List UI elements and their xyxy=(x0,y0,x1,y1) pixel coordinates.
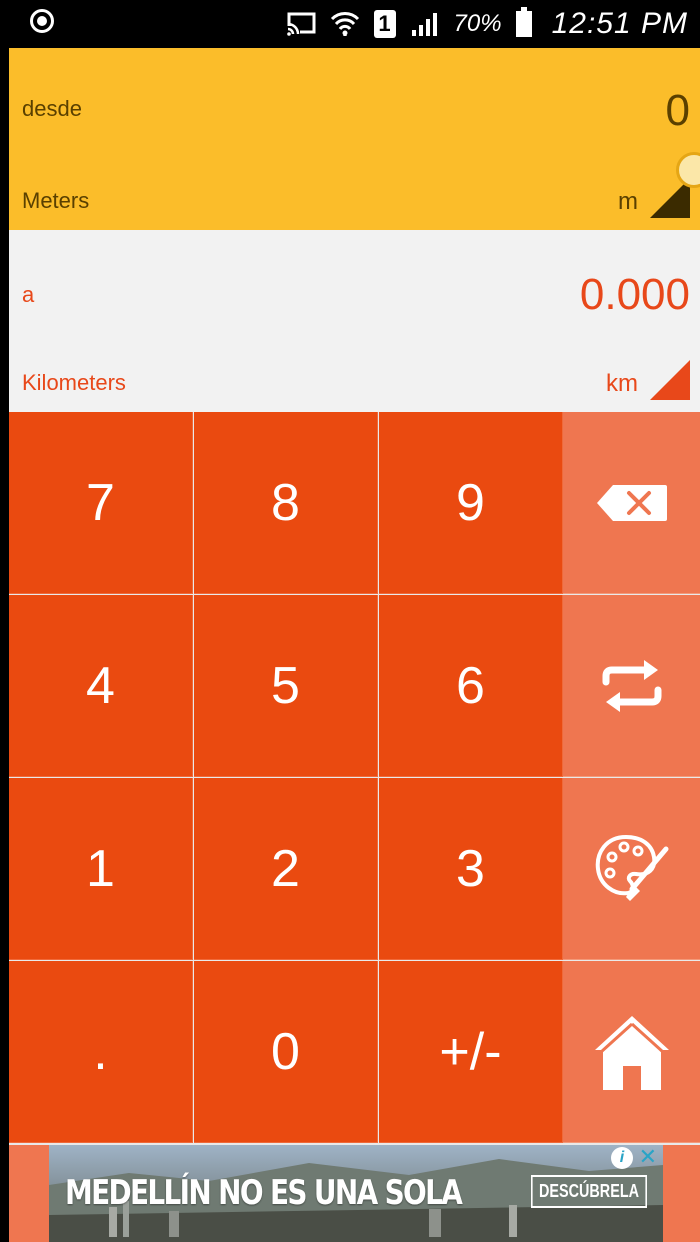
key-3[interactable]: 3 xyxy=(379,778,563,960)
from-panel[interactable]: desde 0 Meters m xyxy=(9,48,700,230)
converter-app: desde 0 Meters m a 0.000 Kilometers km 7… xyxy=(9,48,700,1242)
to-label: a xyxy=(22,282,35,307)
palette-icon xyxy=(595,834,668,901)
key-7[interactable]: 7 xyxy=(9,412,193,594)
to-unit-name[interactable]: Kilometers xyxy=(22,370,126,396)
swap-icon xyxy=(602,659,661,712)
key-5[interactable]: 5 xyxy=(194,595,378,777)
key-1[interactable]: 1 xyxy=(9,778,193,960)
record-icon xyxy=(30,9,54,33)
ad-headline: MEDELLÍN NO ES UNA SOLA xyxy=(65,1173,463,1213)
to-panel[interactable]: a 0.000 Kilometers km xyxy=(9,230,700,412)
key-8[interactable]: 8 xyxy=(194,412,378,594)
backspace-button[interactable] xyxy=(563,412,700,594)
signal-icon xyxy=(411,13,437,36)
from-unit-abbr[interactable]: m xyxy=(618,188,638,216)
from-label: desde xyxy=(22,96,82,121)
from-unit-name[interactable]: Meters xyxy=(22,188,89,214)
key-plus-minus[interactable]: +/- xyxy=(379,961,563,1143)
ad-close-icon[interactable]: ✕ xyxy=(639,1145,657,1169)
ad-banner[interactable]: MEDELLÍN NO ES UNA SOLA DESCÚBRELA i ✕ xyxy=(49,1145,663,1242)
ad-area: MEDELLÍN NO ES UNA SOLA DESCÚBRELA i ✕ xyxy=(9,1145,700,1242)
battery-percent: 70% xyxy=(453,10,502,37)
swap-units-button[interactable] xyxy=(563,595,700,777)
battery-icon xyxy=(515,7,532,37)
home-icon xyxy=(594,1015,669,1090)
backspace-icon xyxy=(596,484,667,521)
cast-icon xyxy=(285,12,316,36)
sim-badge: 1 xyxy=(373,10,396,38)
clock: 12:51 PM xyxy=(551,7,688,40)
status-bar: 1 70% 12:51 PM xyxy=(0,0,700,48)
from-value[interactable]: 0 xyxy=(666,86,690,136)
status-icons: 1 70% 12:51 PM xyxy=(285,4,688,44)
keypad: 7 8 9 4 5 6 1 2 3 . 0 +/- xyxy=(9,412,700,1144)
theme-button[interactable] xyxy=(563,778,700,960)
key-2[interactable]: 2 xyxy=(194,778,378,960)
key-9[interactable]: 9 xyxy=(379,412,563,594)
key-6[interactable]: 6 xyxy=(379,595,563,777)
home-button[interactable] xyxy=(563,961,700,1143)
to-value: 0.000 xyxy=(579,270,690,319)
screen: 1 70% 12:51 PM desde 0 Meters m a 0.000 xyxy=(0,0,700,1242)
to-unit-abbr[interactable]: km xyxy=(606,370,638,398)
ad-info-icon[interactable]: i xyxy=(611,1147,633,1169)
key-4[interactable]: 4 xyxy=(9,595,193,777)
key-0[interactable]: 0 xyxy=(194,961,378,1143)
wifi-icon xyxy=(330,12,359,36)
to-unit-dropdown-icon[interactable] xyxy=(650,360,690,400)
ad-cta-button[interactable]: DESCÚBRELA xyxy=(530,1175,647,1208)
key-decimal[interactable]: . xyxy=(9,961,193,1143)
